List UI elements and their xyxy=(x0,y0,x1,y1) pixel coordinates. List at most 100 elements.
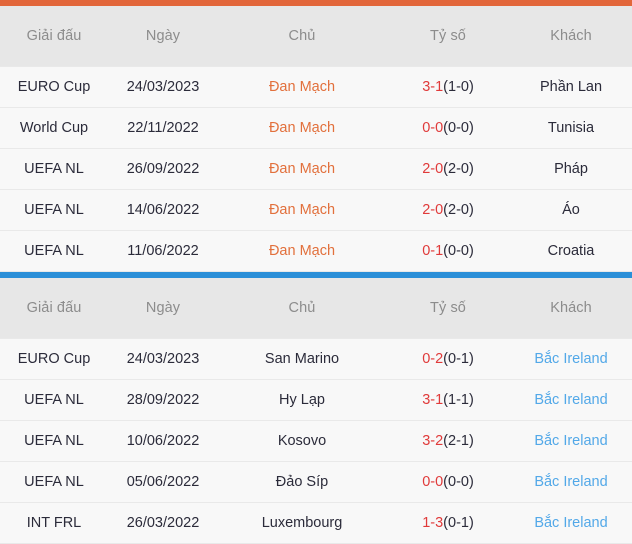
cell-date: 11/06/2022 xyxy=(108,230,218,272)
cell-date: 28/09/2022 xyxy=(108,379,218,421)
away-team-name: Tunisia xyxy=(547,120,595,136)
score-halftime: (1-0) xyxy=(443,79,474,95)
table-row[interactable]: EURO Cup 24/03/2023 Đan Mạch 3-1(1-0) Ph… xyxy=(0,66,632,108)
cell-date: 24/03/2023 xyxy=(108,66,218,108)
match-table-body-away-team: EURO Cup 24/03/2023 San Marino 0-2(0-1) … xyxy=(0,338,632,544)
away-team-name: Áo xyxy=(562,202,580,218)
table-row[interactable]: UEFA NL 10/06/2022 Kosovo 3-2(2-1) Bắc I… xyxy=(0,420,632,462)
score-fulltime: 2-0 xyxy=(422,161,444,177)
table-row[interactable]: UEFA NL 05/06/2022 Đảo Síp 0-0(0-0) Bắc … xyxy=(0,461,632,503)
table-row[interactable]: UEFA NL 28/09/2022 Hy Lạp 3-1(1-1) Bắc I… xyxy=(0,379,632,421)
cell-away-team: Pháp xyxy=(510,148,632,190)
column-header-date: Ngày xyxy=(108,6,218,67)
table-row[interactable]: UEFA NL 11/06/2022 Đan Mạch 0-1(0-0) Cro… xyxy=(0,230,632,272)
cell-away-team: Phần Lan xyxy=(510,66,632,108)
home-team-name: Kosovo xyxy=(277,433,327,449)
cell-score: 2-0(2-0) xyxy=(386,189,510,231)
cell-home-team: Đan Mạch xyxy=(218,66,386,108)
match-table-body-home-team: EURO Cup 24/03/2023 Đan Mạch 3-1(1-0) Ph… xyxy=(0,66,632,272)
cell-date: 10/06/2022 xyxy=(108,420,218,462)
cell-score: 3-1(1-1) xyxy=(386,379,510,421)
match-block-away-team: Giải đấu Ngày Chủ Tỷ số Khách EURO Cup 2… xyxy=(0,272,632,544)
column-header-league: Giải đấu xyxy=(0,278,108,339)
score-fulltime: 1-3 xyxy=(422,515,444,531)
cell-league: UEFA NL xyxy=(0,148,108,190)
cell-league: UEFA NL xyxy=(0,230,108,272)
cell-score: 0-0(0-0) xyxy=(386,461,510,503)
table-row[interactable]: EURO Cup 24/03/2023 San Marino 0-2(0-1) … xyxy=(0,338,632,380)
table-row[interactable]: INT FRL 26/03/2022 Luxembourg 1-3(0-1) B… xyxy=(0,502,632,544)
score-halftime: (0-0) xyxy=(443,474,474,490)
cell-league: UEFA NL xyxy=(0,379,108,421)
cell-away-team: Tunisia xyxy=(510,107,632,149)
cell-home-team: Đan Mạch xyxy=(218,107,386,149)
score-wrap: 2-0(2-0) xyxy=(422,161,474,177)
cell-league: INT FRL xyxy=(0,502,108,544)
cell-score: 0-1(0-0) xyxy=(386,230,510,272)
away-team-name: Bắc Ireland xyxy=(534,515,608,531)
cell-home-team: Đan Mạch xyxy=(218,189,386,231)
column-header-home: Chủ xyxy=(218,6,386,67)
home-team-name: Đan Mạch xyxy=(268,243,336,259)
score-wrap: 3-2(2-1) xyxy=(422,433,474,449)
cell-score: 0-0(0-0) xyxy=(386,107,510,149)
table-row[interactable]: UEFA NL 26/09/2022 Đan Mạch 2-0(2-0) Phá… xyxy=(0,148,632,190)
cell-home-team: Luxembourg xyxy=(218,502,386,544)
cell-league: EURO Cup xyxy=(0,66,108,108)
cell-date: 05/06/2022 xyxy=(108,461,218,503)
cell-home-team: Hy Lạp xyxy=(218,379,386,421)
home-team-name: Đan Mạch xyxy=(268,202,336,218)
column-header-score: Tỷ số xyxy=(386,278,510,339)
table-header-row: Giải đấu Ngày Chủ Tỷ số Khách xyxy=(0,278,632,339)
cell-date: 26/03/2022 xyxy=(108,502,218,544)
score-fulltime: 2-0 xyxy=(422,202,444,218)
cell-home-team: Đảo Síp xyxy=(218,461,386,503)
score-halftime: (0-1) xyxy=(443,515,474,531)
score-wrap: 0-0(0-0) xyxy=(422,120,474,136)
cell-away-team: Bắc Ireland xyxy=(510,461,632,503)
table-row[interactable]: UEFA NL 14/06/2022 Đan Mạch 2-0(2-0) Áo xyxy=(0,189,632,231)
cell-away-team: Croatia xyxy=(510,230,632,272)
score-wrap: 3-1(1-0) xyxy=(422,79,474,95)
recent-form-panel: Giải đấu Ngày Chủ Tỷ số Khách EURO Cup 2… xyxy=(0,0,632,544)
score-fulltime: 0-1 xyxy=(422,243,444,259)
cell-score: 3-2(2-1) xyxy=(386,420,510,462)
score-halftime: (0-1) xyxy=(443,351,474,367)
cell-away-team: Áo xyxy=(510,189,632,231)
cell-score: 2-0(2-0) xyxy=(386,148,510,190)
cell-home-team: Đan Mạch xyxy=(218,230,386,272)
score-wrap: 0-1(0-0) xyxy=(422,243,474,259)
score-wrap: 1-3(0-1) xyxy=(422,515,474,531)
score-halftime: (2-0) xyxy=(443,161,474,177)
away-team-name: Bắc Ireland xyxy=(534,433,608,449)
column-header-score: Tỷ số xyxy=(386,6,510,67)
cell-league: UEFA NL xyxy=(0,189,108,231)
cell-score: 3-1(1-0) xyxy=(386,66,510,108)
away-team-name: Pháp xyxy=(554,161,588,177)
cell-home-team: Đan Mạch xyxy=(218,148,386,190)
cell-date: 24/03/2023 xyxy=(108,338,218,380)
home-team-name: Đan Mạch xyxy=(268,120,336,136)
home-team-name: Đan Mạch xyxy=(268,79,336,95)
table-row[interactable]: World Cup 22/11/2022 Đan Mạch 0-0(0-0) T… xyxy=(0,107,632,149)
away-team-name: Bắc Ireland xyxy=(534,474,608,490)
home-team-name: Hy Lạp xyxy=(279,392,325,408)
cell-score: 0-2(0-1) xyxy=(386,338,510,380)
table-header-row: Giải đấu Ngày Chủ Tỷ số Khách xyxy=(0,6,632,67)
score-halftime: (2-0) xyxy=(443,202,474,218)
score-fulltime: 3-1 xyxy=(422,392,444,408)
score-halftime: (0-0) xyxy=(443,120,474,136)
cell-league: UEFA NL xyxy=(0,420,108,462)
column-header-away: Khách xyxy=(510,6,632,67)
cell-away-team: Bắc Ireland xyxy=(510,379,632,421)
home-team-name: Đảo Síp xyxy=(275,474,329,490)
score-fulltime: 3-2 xyxy=(422,433,444,449)
score-wrap: 0-2(0-1) xyxy=(422,351,474,367)
score-wrap: 3-1(1-1) xyxy=(422,392,474,408)
column-header-date: Ngày xyxy=(108,278,218,339)
away-team-name: Phần Lan xyxy=(539,79,603,95)
cell-score: 1-3(0-1) xyxy=(386,502,510,544)
column-header-home: Chủ xyxy=(218,278,386,339)
cell-home-team: San Marino xyxy=(218,338,386,380)
column-header-away: Khách xyxy=(510,278,632,339)
